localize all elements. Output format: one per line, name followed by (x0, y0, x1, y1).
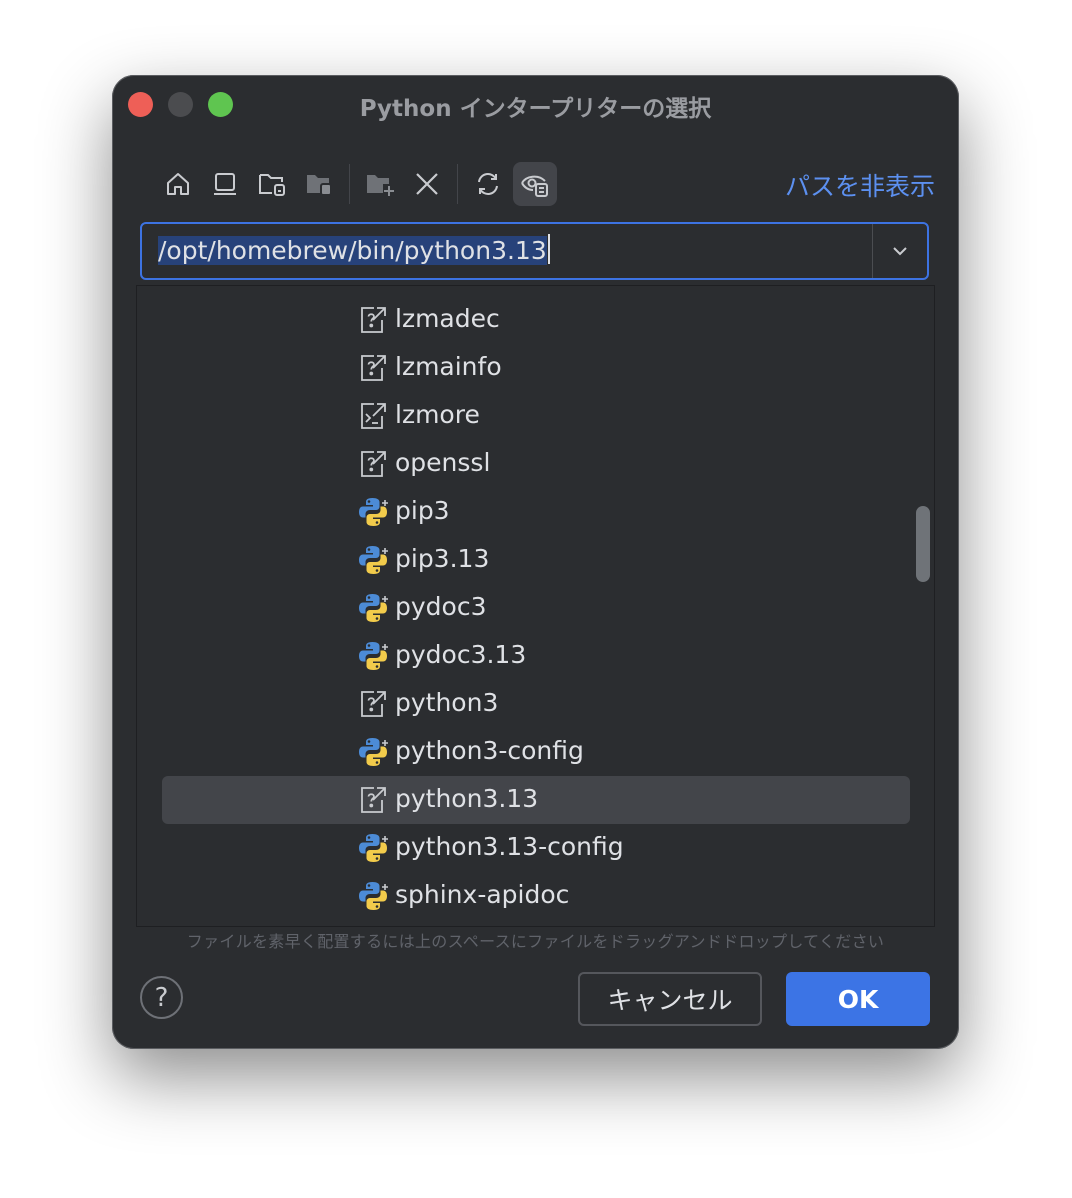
python-icon (358, 593, 388, 623)
python-icon (358, 833, 388, 863)
tree-row[interactable]: lzmore (162, 392, 910, 440)
chevron-down-icon (893, 247, 907, 256)
tree-row[interactable]: pydoc3.13 (162, 632, 910, 680)
terminal-icon (358, 401, 388, 431)
show-hidden-button[interactable] (513, 162, 557, 206)
link-icon (358, 305, 388, 335)
toolbar-separator (349, 164, 350, 204)
tree-row-label: python3.13-config (395, 832, 624, 861)
cancel-button[interactable]: キャンセル (578, 972, 762, 1026)
path-input[interactable]: /opt/homebrew/bin/python3.13 (140, 222, 929, 280)
toolbar (156, 161, 560, 207)
tree-row-label: python3 (395, 688, 499, 717)
new-folder-button[interactable] (358, 162, 402, 206)
delete-icon (416, 173, 438, 195)
link-icon (358, 785, 388, 815)
tree-row-label: pydoc3 (395, 592, 487, 621)
path-history-dropdown[interactable] (873, 224, 927, 278)
refresh-button[interactable] (466, 162, 510, 206)
tree-row-label: python3-config (395, 736, 584, 765)
refresh-icon (478, 173, 498, 195)
python-icon (358, 545, 388, 575)
ok-button[interactable]: OK (786, 972, 930, 1026)
desktop-button[interactable] (203, 162, 247, 206)
link-icon (358, 689, 388, 719)
tree-scrollbar-thumb[interactable] (916, 506, 930, 582)
drag-drop-hint: ファイルを素早く配置するには上のスペースにファイルをドラッグアンドドロップしてく… (186, 932, 885, 951)
python-icon (358, 881, 388, 911)
text-caret (547, 234, 550, 264)
tree-row-label: pip3 (395, 496, 450, 525)
tree-row-label: pydoc3.13 (395, 640, 527, 669)
home-icon (167, 173, 189, 195)
home-button[interactable] (156, 162, 200, 206)
tree-row[interactable]: python3 (162, 680, 910, 728)
python-icon (358, 737, 388, 767)
tree-row[interactable]: lzmadec (162, 296, 910, 344)
python-icon (358, 641, 388, 671)
tree-row-label: lzmainfo (395, 352, 502, 381)
help-button[interactable]: ? (140, 976, 183, 1019)
tree-row[interactable]: python3.13-config (162, 824, 910, 872)
project-folder-button[interactable] (250, 162, 294, 206)
delete-button[interactable] (405, 162, 449, 206)
tree-row-label: sphinx-apidoc (395, 880, 570, 909)
show-hidden-icon (521, 175, 548, 197)
tree-row-label: python3.13 (395, 784, 539, 813)
hide-path-link[interactable]: パスを非表示 (785, 167, 935, 203)
window-title: Python インタープリターの選択 (359, 96, 712, 122)
tree-row-partial (162, 286, 910, 296)
new-folder-icon (367, 175, 394, 196)
tree-row[interactable]: pip3.13 (162, 536, 910, 584)
dialog-window: Python インタープリターの選択 パスを非表示 /opt/homebrew/… (112, 75, 959, 1049)
path-selected-text: /opt/homebrew/bin/python3.13 (158, 236, 547, 265)
path-input-value: /opt/homebrew/bin/python3.13 (158, 234, 550, 265)
link-icon (358, 353, 388, 383)
tree-row[interactable]: lzmainfo (162, 344, 910, 392)
python-icon (358, 497, 388, 527)
tree-row-label: lzmadec (395, 304, 500, 333)
module-folder-button[interactable] (297, 162, 341, 206)
tree-row[interactable]: python3.13 (162, 776, 910, 824)
project-folder-icon (259, 174, 285, 196)
tree-row[interactable]: pip3 (162, 488, 910, 536)
tree-row-label: lzmore (395, 400, 480, 429)
tree-row[interactable]: pydoc3 (162, 584, 910, 632)
tree-row-label: openssl (395, 448, 491, 477)
module-folder-icon (307, 175, 332, 196)
file-icon (358, 286, 388, 287)
tree-row-label: pip3.13 (395, 544, 490, 573)
desktop-icon (214, 173, 236, 195)
tree-row[interactable]: sphinx-apidoc (162, 872, 910, 920)
tree-row[interactable]: openssl (162, 440, 910, 488)
tree-row[interactable]: python3-config (162, 728, 910, 776)
link-icon (358, 449, 388, 479)
file-tree[interactable]: lzmadec lzmainfo lzmore openssl pip3 pip3.13 p… (136, 285, 935, 927)
toolbar-separator (457, 164, 458, 204)
